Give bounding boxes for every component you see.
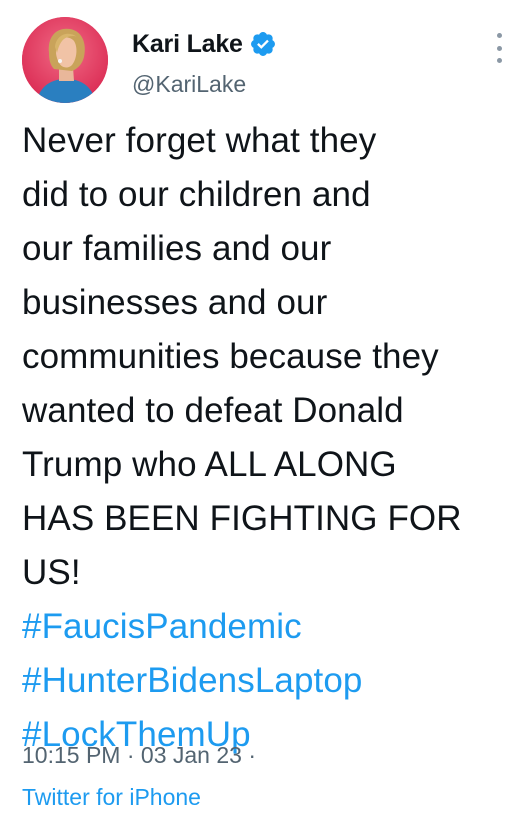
more-dot [496, 58, 502, 63]
user-handle[interactable]: @KariLake [132, 70, 246, 98]
tweet-text: Never forget what they did to our childr… [22, 114, 517, 762]
tweet-time[interactable]: 10:15 PM [22, 742, 120, 768]
more-dot [496, 33, 502, 38]
tweet-text-line: Trump who ALL ALONG [22, 445, 397, 484]
tweet-text-line: wanted to defeat Donald [22, 391, 404, 430]
tweet-source-link[interactable]: Twitter for iPhone [22, 782, 201, 812]
more-dot [496, 45, 502, 51]
tweet-date[interactable]: 03 Jan 23 [141, 742, 242, 768]
tweet-text-line: businesses and our [22, 283, 328, 322]
more-options-icon[interactable] [494, 33, 504, 63]
verified-badge-icon [249, 30, 277, 58]
tweet-text-line: Never forget what they [22, 121, 377, 160]
tweet-meta: 10:15 PM · 03 Jan 23 · [22, 740, 256, 770]
meta-separator: · [126, 742, 135, 768]
tweet-text-line: HAS BEEN FIGHTING FOR [22, 499, 462, 538]
meta-separator: · [248, 742, 256, 768]
avatar-photo [22, 17, 108, 103]
tweet-text-line: our families and our [22, 229, 332, 268]
name-row: Kari Lake [132, 28, 277, 60]
hashtag-link[interactable]: #FaucisPandemic [22, 600, 517, 654]
tweet-card: Kari Lake @KariLake Never forget what th… [0, 0, 526, 827]
tweet-text-line: did to our children and [22, 175, 371, 214]
tweet-header: Kari Lake @KariLake [0, 0, 526, 120]
tweet-text-line: communities because they [22, 337, 439, 376]
avatar[interactable] [22, 17, 108, 103]
tweet-text-line: US! [22, 553, 81, 592]
hashtag-link[interactable]: #HunterBidensLaptop [22, 654, 517, 708]
display-name[interactable]: Kari Lake [132, 29, 243, 59]
